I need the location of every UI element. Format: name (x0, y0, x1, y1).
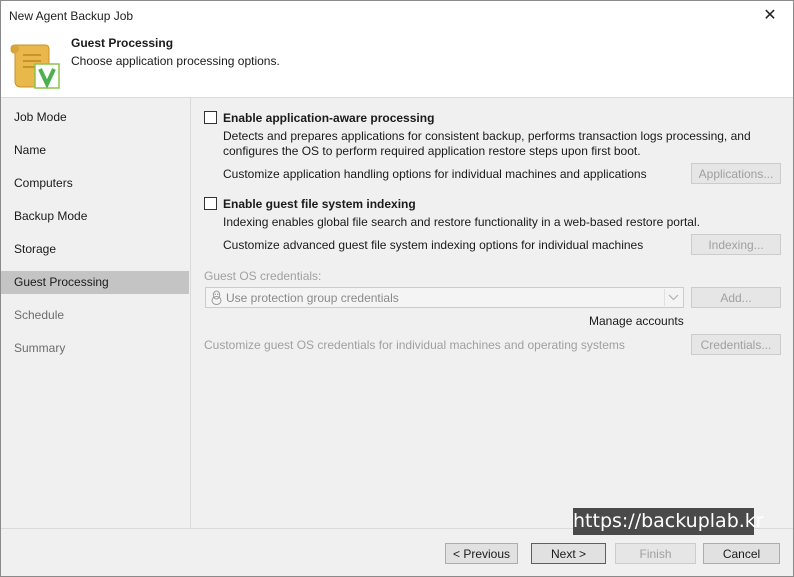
sidebar-item-backup-mode[interactable]: Backup Mode (1, 205, 189, 228)
credentials-selected-value: Use protection group credentials (226, 291, 399, 305)
sidebar-item-computers[interactable]: Computers (1, 172, 189, 195)
watermark-text: https://backuplab.kr (573, 508, 764, 535)
window-title: New Agent Backup Job (9, 9, 134, 23)
indexing-button[interactable]: Indexing... (691, 234, 781, 255)
app-aware-customize-text: Customize application handling options f… (223, 167, 647, 181)
wizard-window: New Agent Backup Job ✕ Guest Processing … (0, 0, 794, 577)
sidebar-item-job-mode[interactable]: Job Mode (1, 106, 189, 129)
sidebar-item-guest-processing[interactable]: Guest Processing (1, 271, 189, 294)
sidebar-item-schedule: Schedule (14, 308, 65, 322)
credentials-customize-text: Customize guest OS credentials for indiv… (204, 338, 625, 352)
finish-button[interactable]: Finish (615, 543, 696, 564)
credentials-button[interactable]: Credentials... (691, 334, 781, 355)
credentials-select[interactable]: Use protection group credentials (205, 287, 684, 308)
sidebar-item-name[interactable]: Name (1, 139, 189, 162)
indexing-description: Indexing enables global file search and … (223, 215, 700, 229)
applications-button[interactable]: Applications... (691, 163, 781, 184)
app-aware-checkbox[interactable] (204, 111, 217, 124)
wizard-footer: < Previous Next > Finish Cancel (1, 528, 793, 576)
cancel-button[interactable]: Cancel (703, 543, 780, 564)
close-button[interactable]: ✕ (747, 1, 793, 31)
sidebar-item-storage[interactable]: Storage (1, 238, 189, 261)
next-button[interactable]: Next > (531, 543, 606, 564)
wizard-steps-sidebar: Job Mode Name Computers Backup Mode Stor… (1, 98, 191, 528)
app-aware-description-line2: configures the OS to perform required ap… (223, 144, 641, 158)
page-subtitle: Choose application processing options. (71, 54, 280, 68)
app-aware-description-line1: Detects and prepares applications for co… (223, 129, 751, 143)
indexing-checkbox[interactable] (204, 197, 217, 210)
title-bar: New Agent Backup Job ✕ (1, 1, 793, 31)
credentials-label: Guest OS credentials: (204, 269, 322, 283)
manage-accounts-link[interactable]: Manage accounts (589, 314, 684, 328)
indexing-label[interactable]: Enable guest file system indexing (223, 197, 416, 211)
sidebar-item-summary: Summary (14, 341, 66, 355)
add-credentials-button[interactable]: Add... (691, 287, 781, 308)
indexing-customize-text: Customize advanced guest file system ind… (223, 238, 644, 252)
app-aware-label[interactable]: Enable application-aware processing (223, 111, 434, 125)
linux-penguin-icon (210, 290, 223, 308)
guest-processing-panel: Enable application-aware processing Dete… (191, 98, 793, 528)
wizard-header: Guest Processing Choose application proc… (1, 31, 793, 98)
page-title: Guest Processing (71, 36, 174, 50)
chevron-down-icon[interactable] (664, 289, 682, 306)
previous-button[interactable]: < Previous (445, 543, 518, 564)
scroll-checkmark-icon (9, 37, 63, 91)
